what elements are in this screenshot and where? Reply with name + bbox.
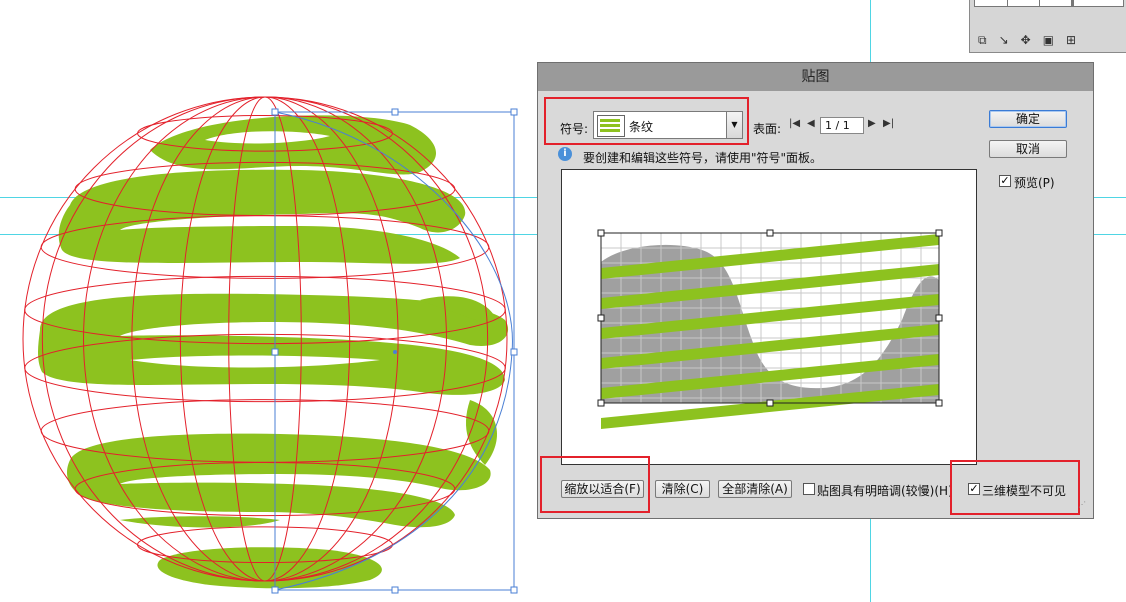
preview-handle[interactable] [935,229,943,237]
dialog-title: 贴图 [538,63,1093,91]
clear-all-button[interactable]: 全部清除(A) [718,480,792,498]
preview-handle[interactable] [597,229,605,237]
selection-handle[interactable] [271,348,279,356]
stripe-band [150,115,437,175]
highlight-scale-to-fit [540,456,650,513]
delete-symbol-icon[interactable]: ⊞ [1066,33,1076,49]
highlight-symbol [544,97,749,145]
info-text: 要创建和编辑这些符号，请使用"符号"面板。 [583,151,823,165]
surface-label: 表面: [753,122,782,136]
preview-handle[interactable] [597,314,605,322]
selection-handle[interactable] [510,586,518,594]
panel-icon-bar: ⧉ ↘ ✥ ▣ ⊞ [978,33,1123,49]
preview-handle[interactable] [935,399,943,407]
shade-artwork-checkbox[interactable] [803,483,815,495]
selection-handle[interactable] [391,586,399,594]
prev-page-icon[interactable]: ◀ [807,118,815,129]
break-link-icon[interactable]: ↘ [999,33,1009,49]
preview-handle[interactable] [935,314,943,322]
preview-checkbox[interactable]: ✓ [999,175,1011,187]
selection-handle[interactable] [271,586,279,594]
new-symbol-icon[interactable]: ▣ [1043,33,1054,49]
ok-button[interactable]: 确定 [989,110,1067,128]
preview-label: 预览(P) [1014,176,1055,190]
stripe-band [120,516,280,528]
place-symbol-icon[interactable]: ⧉ [978,33,987,49]
map-preview-area [561,169,977,465]
shade-artwork-label: 贴图具有明暗调(较慢)(H) [817,484,953,498]
next-page-icon[interactable]: ▶ [868,118,876,129]
selection-handle[interactable] [271,108,279,116]
last-page-icon[interactable]: ▶| [883,118,894,129]
info-icon: i [558,147,572,161]
preview-handle[interactable] [766,399,774,407]
symbol-options-icon[interactable]: ✥ [1021,33,1031,49]
cancel-button[interactable]: 取消 [989,140,1067,158]
selection-handle[interactable] [510,108,518,116]
surface-field[interactable]: 1 / 1 [820,117,864,134]
side-panel: ⧉ ↘ ✥ ▣ ⊞ [969,0,1126,53]
first-page-icon[interactable]: |◀ [789,118,800,129]
map-art-dialog: 贴图 符号: 条纹 ▼ 表面: |◀ ◀ 1 / 1 ▶ ▶| i 要创建和编辑… [537,62,1094,519]
preview-handle[interactable] [766,229,774,237]
clear-button[interactable]: 清除(C) [655,480,710,498]
uv-map-preview[interactable] [562,170,976,464]
highlight-invisible-geometry [950,460,1080,515]
selection-handle[interactable] [391,108,399,116]
sphere-artwork[interactable] [0,60,536,602]
center-point [393,350,397,354]
selection-handle[interactable] [510,348,518,356]
resize-grip-icon[interactable]: ⋰ [1078,500,1086,509]
preview-handle[interactable] [597,399,605,407]
swatch-row [974,0,1124,7]
